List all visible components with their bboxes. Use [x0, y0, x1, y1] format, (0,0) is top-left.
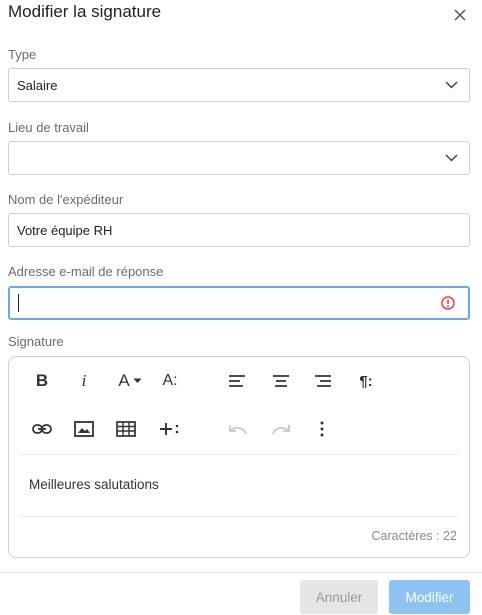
font-color-label: A: [118, 371, 130, 390]
sender-name-input[interactable]: Votre équipe RH: [8, 213, 470, 247]
content-divider: [19, 516, 459, 517]
reply-email-label: Adresse e-mail de réponse: [8, 264, 164, 279]
type-select[interactable]: Salaire: [8, 68, 470, 102]
type-select-value: Salaire: [17, 78, 58, 93]
workplace-label: Lieu de travail: [8, 120, 89, 135]
reply-email-input[interactable]: [8, 286, 470, 320]
font-color-button[interactable]: A: [115, 369, 145, 393]
type-label: Type: [8, 47, 37, 62]
undo-icon[interactable]: [227, 417, 249, 441]
error-icon: [441, 296, 455, 310]
chevron-down-icon: [445, 81, 458, 89]
character-count: Caractères : 22: [371, 529, 457, 543]
align-center-icon[interactable]: [271, 369, 291, 393]
toolbar-divider: [19, 454, 459, 455]
signature-content[interactable]: Meilleures salutations: [29, 477, 159, 492]
link-icon[interactable]: [31, 417, 53, 441]
cancel-button[interactable]: Annuler: [300, 580, 378, 614]
workplace-select[interactable]: [8, 141, 470, 175]
dialog-title: Modifier la signature: [8, 2, 162, 21]
align-left-icon[interactable]: [227, 369, 247, 393]
chevron-down-icon: [445, 154, 458, 162]
table-icon[interactable]: [115, 417, 137, 441]
image-icon[interactable]: [73, 417, 95, 441]
font-size-button[interactable]: A:: [159, 369, 181, 393]
paragraph-button[interactable]: ¶:: [355, 369, 377, 393]
align-right-icon[interactable]: [313, 369, 333, 393]
insert-more-icon[interactable]: [157, 417, 181, 441]
redo-icon[interactable]: [270, 417, 292, 441]
submit-button[interactable]: Modifier: [389, 580, 470, 614]
footer-divider: [0, 572, 482, 573]
caret-down-icon: [133, 378, 142, 383]
sender-name-value: Votre équipe RH: [17, 223, 113, 238]
sender-name-label: Nom de l'expéditeur: [8, 192, 124, 207]
bold-button[interactable]: B: [33, 369, 51, 393]
close-icon[interactable]: [453, 8, 467, 22]
signature-editor: B i A A: ¶: Meilleures salutations Carac…: [8, 356, 470, 558]
italic-button[interactable]: i: [77, 369, 91, 393]
more-options-icon[interactable]: [315, 417, 329, 441]
text-caret: [18, 294, 19, 312]
signature-label: Signature: [8, 334, 64, 349]
